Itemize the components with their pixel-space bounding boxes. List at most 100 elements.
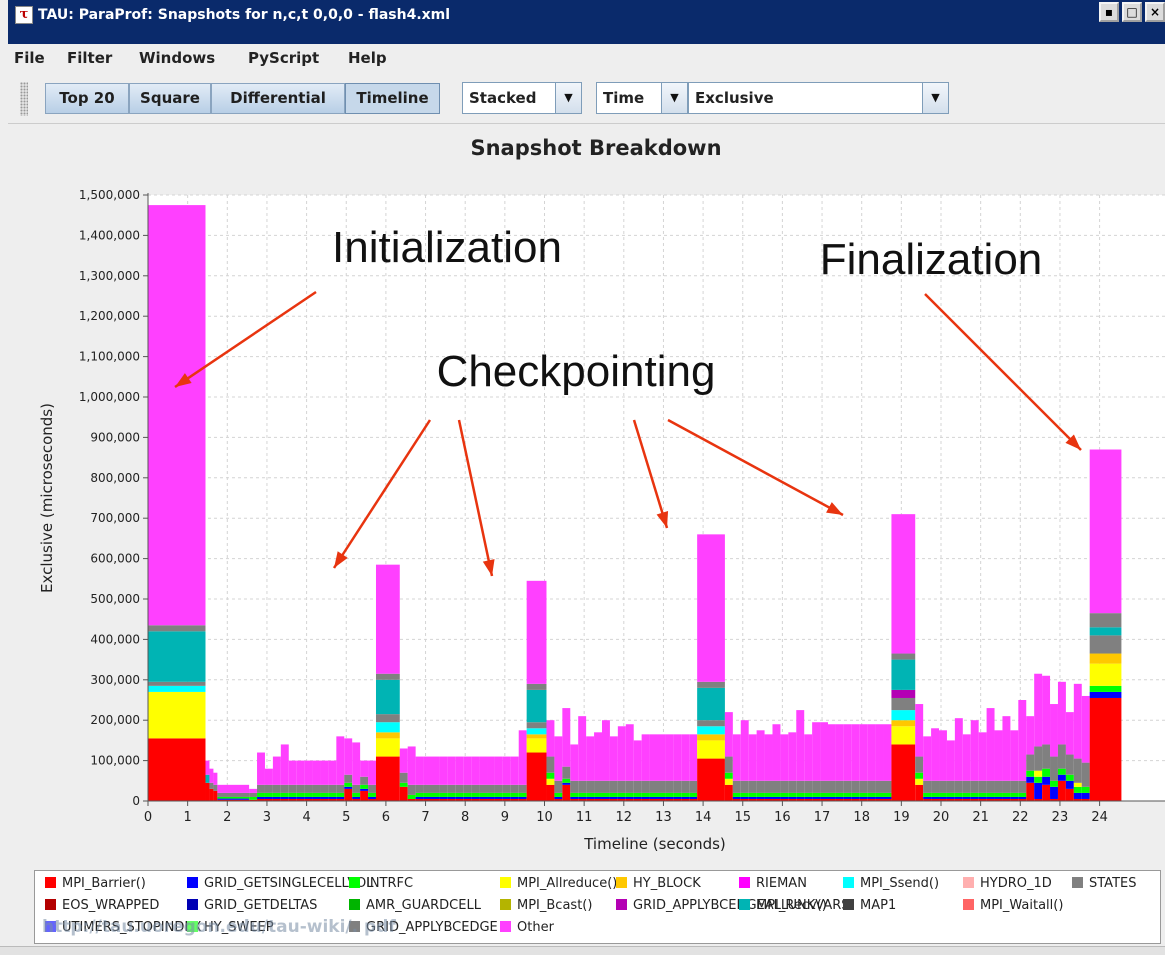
snapshot-bar[interactable] (625, 724, 634, 801)
snapshot-bar[interactable] (1073, 683, 1082, 801)
snapshot-bar[interactable] (827, 724, 836, 801)
snapshot-bar[interactable] (328, 760, 337, 801)
snapshot-bar[interactable] (1010, 730, 1019, 801)
snapshot-bar[interactable] (617, 726, 626, 801)
snapshot-bar[interactable] (883, 724, 892, 801)
menu-filter[interactable]: Filter (67, 49, 112, 67)
snapshot-bar[interactable] (510, 756, 519, 801)
snapshot-bar[interactable] (1026, 716, 1035, 801)
snapshot-bar[interactable] (923, 736, 932, 801)
snapshot-bar[interactable] (554, 736, 563, 801)
snapshot-bar[interactable] (780, 734, 789, 801)
snapshot-bar[interactable] (375, 564, 400, 801)
metric-select[interactable]: Time ▼ (596, 82, 688, 114)
snapshot-bar[interactable] (447, 756, 456, 801)
snapshot-bar[interactable] (360, 760, 369, 801)
snapshot-bar[interactable] (772, 724, 781, 801)
snapshot-bar[interactable] (724, 712, 733, 801)
snapshot-bar[interactable] (732, 734, 741, 801)
snapshot-bar[interactable] (312, 760, 321, 801)
snapshot-bar[interactable] (586, 736, 595, 801)
snapshot-bar[interactable] (946, 740, 955, 801)
snapshot-bar[interactable] (1089, 449, 1122, 801)
snapshot-bar[interactable] (764, 734, 773, 801)
snapshot-bar[interactable] (272, 756, 281, 801)
snapshot-bar[interactable] (804, 734, 813, 801)
snapshot-bar[interactable] (487, 756, 495, 801)
snapshot-bar[interactable] (344, 738, 353, 801)
snapshot-bar[interactable] (205, 760, 210, 801)
snapshot-bar[interactable] (257, 752, 265, 801)
square-button[interactable]: Square (129, 83, 211, 114)
snapshot-bar[interactable] (336, 736, 345, 801)
chart-style-select[interactable]: Stacked ▼ (462, 82, 582, 114)
snapshot-bar[interactable] (954, 718, 963, 801)
snapshot-bar[interactable] (649, 734, 658, 801)
snapshot-bar[interactable] (578, 716, 587, 801)
snapshot-bar[interactable] (601, 720, 610, 801)
snapshot-bar[interactable] (518, 730, 527, 801)
snapshot-bar[interactable] (280, 744, 289, 801)
menu-help[interactable]: Help (348, 49, 387, 67)
snapshot-bar[interactable] (697, 534, 725, 801)
snapshot-bar[interactable] (931, 728, 940, 801)
snapshot-bar[interactable] (820, 722, 828, 801)
minimize-button[interactable]: ▪ (1099, 2, 1119, 22)
snapshot-bar[interactable] (986, 708, 995, 801)
snapshot-bar[interactable] (851, 724, 860, 801)
menu-windows[interactable]: Windows (139, 49, 215, 67)
snapshot-bar[interactable] (494, 756, 503, 801)
snapshot-bar[interactable] (439, 756, 448, 801)
snapshot-bar[interactable] (641, 734, 650, 801)
snapshot-bar[interactable] (1042, 675, 1051, 801)
maximize-button[interactable]: □ (1122, 2, 1142, 22)
snapshot-bar[interactable] (994, 730, 1003, 801)
snapshot-bar[interactable] (562, 708, 571, 801)
snapshot-bar[interactable] (296, 760, 305, 801)
timeline-button[interactable]: Timeline (345, 83, 440, 114)
snapshot-bar[interactable] (756, 730, 765, 801)
snapshot-bar[interactable] (213, 772, 218, 801)
snapshot-bar[interactable] (673, 734, 682, 801)
snapshot-bar[interactable] (431, 756, 440, 801)
snapshot-bar[interactable] (1081, 695, 1090, 801)
snapshot-bar[interactable] (962, 734, 971, 801)
snapshot-bar[interactable] (978, 732, 987, 801)
snapshot-bar[interactable] (859, 724, 868, 801)
snapshot-bar[interactable] (148, 205, 206, 801)
snapshot-bar[interactable] (681, 734, 690, 801)
snapshot-bar[interactable] (471, 756, 480, 801)
snapshot-bar[interactable] (740, 720, 749, 801)
snapshot-bar[interactable] (546, 720, 555, 801)
snapshot-bar[interactable] (320, 760, 329, 801)
snapshot-bar[interactable] (843, 724, 852, 801)
chevron-down-icon[interactable]: ▼ (922, 83, 948, 113)
toolbar-grip[interactable] (20, 82, 28, 116)
snapshot-bar[interactable] (970, 720, 979, 801)
snapshot-bar[interactable] (633, 740, 642, 801)
window-titlebar[interactable]: τ TAU: ParaProf: Snapshots for n,c,t 0,0… (8, 0, 1165, 44)
snapshot-breakdown-chart[interactable]: 0 100,000 200,000 300,000 400,000 500,000 600,… (8, 125, 1165, 945)
snapshot-bar[interactable] (875, 724, 884, 801)
snapshot-bar[interactable] (1002, 716, 1011, 801)
snapshot-bar[interactable] (368, 760, 376, 801)
snapshot-bar[interactable] (502, 756, 511, 801)
snapshot-bar[interactable] (455, 756, 464, 801)
snapshot-bar[interactable] (526, 580, 547, 801)
snapshot-bar[interactable] (415, 756, 424, 801)
chevron-down-icon[interactable]: ▼ (661, 83, 687, 113)
snapshot-bar[interactable] (609, 736, 618, 801)
menu-file[interactable]: File (14, 49, 45, 67)
snapshot-bar[interactable] (407, 746, 416, 801)
snapshot-bar[interactable] (939, 730, 947, 801)
snapshot-bar[interactable] (570, 744, 579, 801)
snapshot-bar[interactable] (891, 514, 916, 801)
snapshot-bar[interactable] (249, 788, 258, 801)
snapshot-bar[interactable] (867, 724, 876, 801)
snapshot-bar[interactable] (479, 756, 488, 801)
snapshot-bar[interactable] (264, 768, 273, 801)
snapshot-bar[interactable] (1018, 700, 1027, 801)
snapshot-bar[interactable] (665, 734, 674, 801)
snapshot-bar[interactable] (689, 734, 698, 801)
snapshot-bar[interactable] (1065, 712, 1074, 801)
